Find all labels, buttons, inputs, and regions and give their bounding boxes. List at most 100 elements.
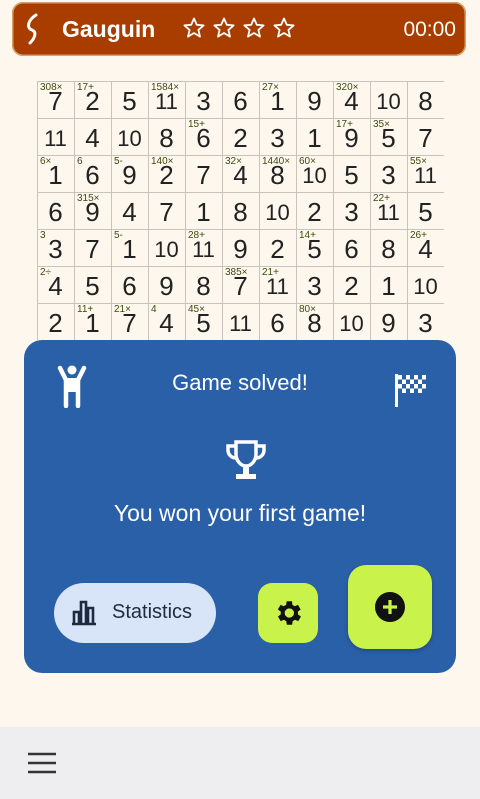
trophy-icon [226, 440, 266, 479]
grid-cell[interactable]: 8 [222, 194, 259, 231]
grid-cell[interactable]: 8 [370, 231, 407, 268]
grid-cell[interactable]: 6 [333, 231, 370, 268]
dialog-title: Game solved! [172, 370, 308, 395]
grid-cell[interactable]: 8 [185, 268, 222, 305]
settings-button[interactable] [258, 583, 318, 643]
grid-cell[interactable]: 1 [296, 120, 333, 157]
cage-label: 32× [225, 156, 242, 167]
bottom-bar [0, 727, 480, 799]
grid-cell[interactable]: 2 [222, 120, 259, 157]
grid-cell[interactable]: 8 [407, 83, 444, 120]
grid-cell[interactable]: 7 [185, 157, 222, 194]
cage-label: 21+ [262, 267, 279, 278]
cage-label: 22+ [373, 193, 390, 204]
grid-cell[interactable]: 2 [333, 268, 370, 305]
grid-cell[interactable]: 9 [296, 83, 333, 120]
cage-label: 3 [40, 230, 46, 241]
grid-cell[interactable]: 6 [111, 268, 148, 305]
cage-label: 17+ [336, 119, 353, 130]
grid-cell[interactable]: 3 [259, 120, 296, 157]
cage-label: 27× [262, 82, 279, 93]
cage-label: 385× [225, 267, 248, 278]
cage-label: 6× [40, 156, 52, 167]
grid-cell[interactable]: 5 [407, 194, 444, 231]
grid-cell[interactable]: 11 [37, 120, 74, 157]
cage-label: 60× [299, 156, 316, 167]
grid-cell[interactable]: 10 [259, 194, 296, 231]
cage-label: 35× [373, 119, 390, 130]
grid-cell[interactable]: 9 [370, 305, 407, 340]
statistics-button[interactable]: Statistics [54, 583, 216, 643]
grid-cell[interactable]: 10 [407, 268, 444, 305]
grid-cell[interactable]: 5 [333, 157, 370, 194]
grid-cell[interactable]: 1 [185, 194, 222, 231]
grid-cell[interactable]: 7 [74, 231, 111, 268]
grid-cell[interactable]: 5 [74, 268, 111, 305]
cage-label: 45× [188, 304, 205, 315]
grid-cell[interactable]: 3 [333, 194, 370, 231]
grid-cell[interactable]: 2 [296, 194, 333, 231]
grid-cell[interactable]: 1 [370, 268, 407, 305]
grid-cell[interactable]: 7 [407, 120, 444, 157]
grid-cell[interactable]: 5 [111, 83, 148, 120]
grid-cell[interactable]: 3 [407, 305, 444, 340]
app-bar: Gauguin 00:00 [12, 2, 466, 56]
star-icon [273, 17, 295, 38]
grid-cell[interactable]: 2 [37, 305, 74, 340]
grid-cell[interactable]: 7 [148, 194, 185, 231]
grid-cell[interactable]: 2 [259, 231, 296, 268]
game-timer: 00:00 [403, 18, 456, 41]
cage-label: 21× [114, 304, 131, 315]
cage-label: 26+ [410, 230, 427, 241]
cage-label: 28+ [188, 230, 205, 241]
grid-cell[interactable]: 6 [37, 194, 74, 231]
puzzle-grid[interactable]: 7 2 5 11 3 6 1 9 4 10 8 11 4 10 8 6 2 3 1 9 5 7 1 6 9 2 7 4 8 10 5 3 11 6… [37, 81, 444, 340]
cage-label: 17+ [77, 82, 94, 93]
star-icon [243, 17, 265, 38]
grid-cell[interactable]: 10 [370, 83, 407, 120]
star-icon [213, 17, 235, 38]
grid-cell[interactable]: 6 [259, 305, 296, 340]
grid-cell[interactable]: 3 [185, 83, 222, 120]
cage-label: 315× [77, 193, 100, 204]
cage-label: 2÷ [40, 267, 52, 278]
cage-label: 5- [114, 156, 123, 167]
gauguin-logo-icon [27, 13, 38, 45]
grid-cell[interactable]: 11 [222, 305, 259, 340]
cage-label: 320× [336, 82, 359, 93]
plus-circle-icon [375, 592, 405, 622]
win-message: You won your first game! [113, 500, 367, 526]
star-icon [183, 17, 205, 38]
grid-cell[interactable]: 4 [74, 120, 111, 157]
bar-chart-icon [72, 600, 96, 626]
app-title: Gauguin [62, 16, 156, 42]
cage-label: 15+ [188, 119, 205, 130]
menu-icon[interactable] [27, 752, 57, 774]
cage-label: 1440× [262, 156, 291, 167]
difficulty-stars [182, 16, 296, 40]
cage-label: 80× [299, 304, 316, 315]
cage-label: 4 [151, 304, 157, 315]
cage-label: 14+ [299, 230, 316, 241]
grid-cell[interactable]: 9 [148, 268, 185, 305]
flag-icon [395, 374, 426, 407]
cage-label: 11+ [77, 304, 94, 315]
cage-label: 6 [77, 156, 83, 167]
game-solved-dialog: Game solved! You won your first game! St… [24, 340, 456, 673]
grid-cell[interactable]: 4 [111, 194, 148, 231]
grid-cell[interactable]: 10 [111, 120, 148, 157]
cage-label: 5- [114, 230, 123, 241]
grid-cell[interactable]: 3 [370, 157, 407, 194]
grid-cell[interactable]: 3 [296, 268, 333, 305]
statistics-label: Statistics [112, 601, 193, 623]
new-game-button[interactable] [348, 565, 432, 649]
cage-label: 55× [410, 156, 427, 167]
grid-cell[interactable]: 10 [148, 231, 185, 268]
cage-label: 140× [151, 156, 174, 167]
grid-cell[interactable]: 10 [333, 305, 370, 340]
gear-icon [277, 601, 301, 625]
grid-cell[interactable]: 8 [148, 120, 185, 157]
grid-cell[interactable]: 9 [222, 231, 259, 268]
cage-label: 308× [40, 82, 63, 93]
grid-cell[interactable]: 6 [222, 83, 259, 120]
